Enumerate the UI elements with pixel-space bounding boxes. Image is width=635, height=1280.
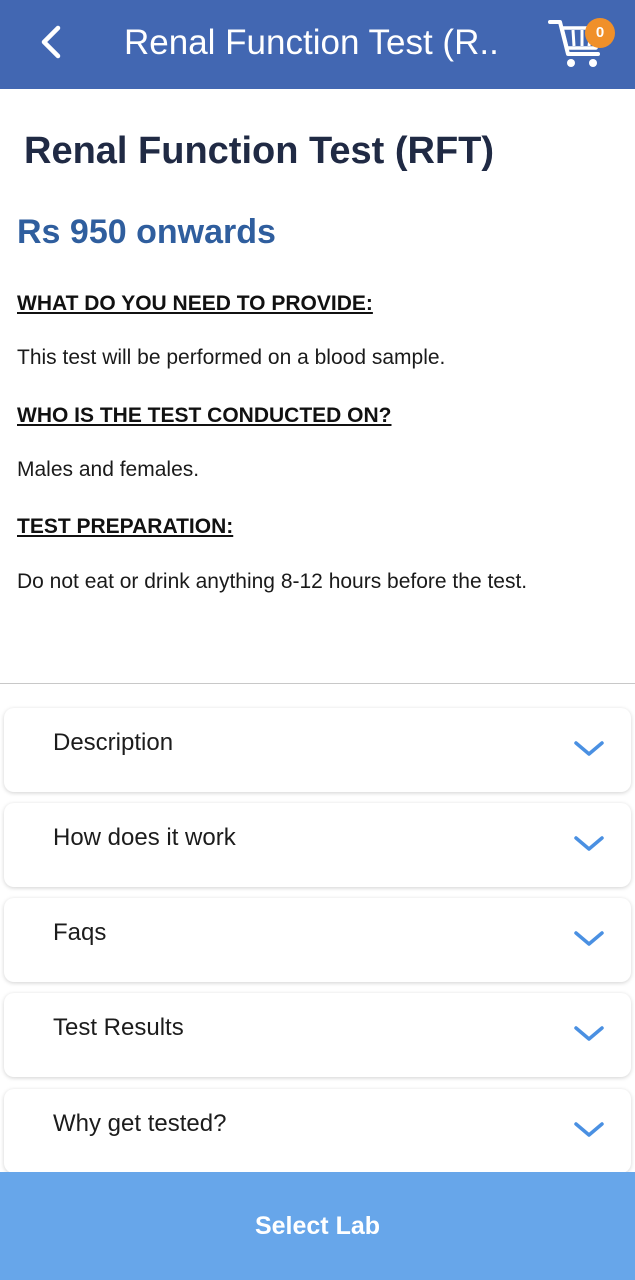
chevron-down-icon: [574, 1122, 604, 1137]
chevron-down-icon: [574, 1026, 604, 1041]
top-app-bar: Renal Function Test (R.. 0: [0, 0, 635, 89]
accordion-label: Description: [53, 729, 174, 756]
preparation-text: Do not eat or drink anything 8-12 hours …: [17, 570, 528, 593]
conducted-on-heading: WHO IS THE TEST CONDUCTED ON?: [17, 404, 392, 427]
app-screen: Renal Function Test (R.. 0 Renal Functio…: [0, 0, 635, 1280]
accordion-faqs[interactable]: Faqs: [4, 898, 631, 982]
divider: [0, 683, 635, 684]
accordion-label: Why get tested?: [53, 1110, 227, 1137]
chevron-down-icon: [574, 836, 604, 851]
provide-heading: WHAT DO YOU NEED TO PROVIDE:: [17, 292, 373, 315]
preparation-heading: TEST PREPARATION:: [17, 515, 234, 538]
accordion-label: How does it work: [53, 824, 236, 851]
cart-count-badge: 0: [585, 18, 615, 48]
accordion-description[interactable]: Description: [4, 708, 631, 792]
page-title: Renal Function Test (R..: [124, 23, 499, 62]
conducted-on-text: Males and females.: [17, 458, 200, 481]
chevron-down-icon: [574, 931, 604, 946]
accordion-label: Faqs: [53, 919, 107, 946]
accordion-how-does-it-work[interactable]: How does it work: [4, 803, 631, 887]
accordion-label: Test Results: [53, 1014, 184, 1041]
provide-text: This test will be performed on a blood s…: [17, 346, 446, 369]
chevron-down-icon: [574, 741, 604, 756]
back-button[interactable]: [28, 20, 72, 64]
test-price: Rs 950 onwards: [17, 213, 276, 251]
select-lab-button[interactable]: Select Lab: [0, 1172, 635, 1280]
accordion-why-get-tested[interactable]: Why get tested?: [4, 1089, 631, 1173]
test-title: Renal Function Test (RFT): [24, 130, 495, 172]
accordion-test-results[interactable]: Test Results: [4, 993, 631, 1077]
back-arrow-icon: [41, 25, 61, 59]
